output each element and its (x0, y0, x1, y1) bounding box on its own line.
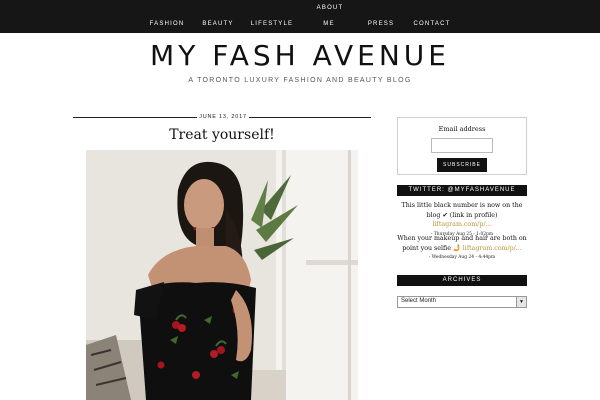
nav-item-about[interactable]: ABOUT (317, 5, 344, 11)
nav-item-fashion[interactable]: FASHION (150, 21, 185, 27)
nav-item-lifestyle[interactable]: LIFESTYLE (251, 21, 293, 27)
subscribe-button[interactable]: SUBSCRIBE (437, 158, 487, 172)
chevron-down-icon[interactable]: ▼ (516, 297, 526, 307)
tweet-link[interactable]: liftagram.com/p/... (463, 245, 522, 252)
archives-widget-header: ARCHIVES (397, 275, 527, 286)
email-field[interactable] (431, 138, 493, 153)
tweet-timestamp[interactable]: - Wednesday Aug 24 - 4:44pm (397, 253, 527, 262)
date-divider-right (249, 117, 371, 118)
nav-item-beauty[interactable]: BEAUTY (202, 21, 233, 27)
post-photo[interactable] (86, 150, 358, 400)
site-title[interactable]: MY FASH AVENUE (0, 39, 600, 72)
subscribe-widget: Email address SUBSCRIBE (397, 117, 527, 175)
twitter-widget-header[interactable]: TWITTER: @MYFASHAVENUE (397, 185, 527, 196)
tweet-link[interactable]: liftagram.com/p/... (433, 221, 492, 228)
post-date: JUNE 13, 2017 (199, 114, 247, 120)
tweet-item: This little black number is now on the b… (397, 201, 527, 239)
tweet-item: When your makeup and hair are both on po… (397, 234, 527, 262)
nav-item-press[interactable]: PRESS (368, 21, 394, 27)
nav-item-me[interactable]: ME (323, 21, 334, 27)
date-divider-left (73, 117, 197, 118)
nav-item-contact[interactable]: CONTACT (414, 21, 451, 27)
post-title[interactable]: Treat yourself! (73, 127, 371, 143)
site-tagline: A TORONTO LUXURY FASHION AND BEAUTY BLOG (188, 77, 412, 84)
archive-select-value: Select Month (401, 298, 437, 304)
top-nav-bar: ABOUT FASHION BEAUTY LIFESTYLE ME PRESS … (0, 0, 600, 33)
tweet-text: This little black number is now on the b… (401, 202, 523, 219)
archive-month-select[interactable]: Select Month ▼ (397, 296, 527, 308)
email-address-label: Email address (438, 125, 486, 133)
